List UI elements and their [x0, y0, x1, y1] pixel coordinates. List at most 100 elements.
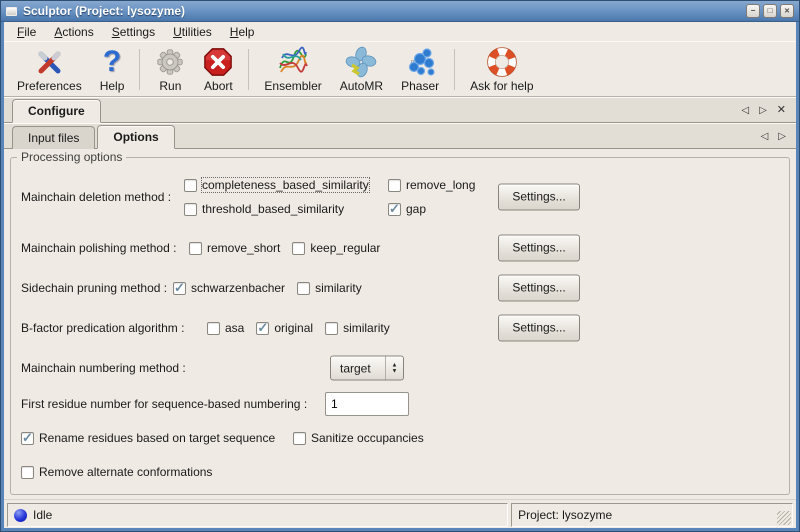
checkbox-rename-residues[interactable]: Rename residues based on target sequence: [21, 431, 275, 445]
checkbox-box[interactable]: [173, 282, 186, 295]
close-button[interactable]: [780, 4, 794, 18]
row-mainchain-polishing: Mainchain polishing method : remove_shor…: [21, 236, 789, 260]
checkbox-box[interactable]: [207, 322, 220, 335]
settings-button-bfactor[interactable]: Settings...: [498, 315, 580, 342]
first-residue-label: First residue number for sequence-based …: [21, 397, 307, 411]
checkbox-similarity-pruning[interactable]: similarity: [297, 281, 362, 295]
checkbox-label: remove_short: [207, 241, 280, 255]
checkbox-box[interactable]: [21, 466, 34, 479]
phaser-label: Phaser: [401, 79, 439, 93]
bfactor-algorithm-label: B-factor predication algorithm :: [21, 321, 207, 335]
maximize-button[interactable]: [763, 4, 777, 18]
lifebuoy-icon: [486, 45, 518, 79]
row-numbering-method: Mainchain numbering method : target: [21, 356, 789, 380]
toolbar-separator: [139, 49, 140, 90]
checkbox-threshold-based-similarity[interactable]: threshold_based_similarity: [184, 202, 388, 216]
checkbox-completeness-based-similarity[interactable]: completeness_based_similarity: [184, 178, 388, 192]
row-remove-altconf: Remove alternate conformations: [21, 460, 789, 484]
checkbox-label: keep_regular: [310, 241, 380, 255]
mainchain-polishing-label: Mainchain polishing method :: [21, 241, 189, 255]
question-mark-icon: [103, 45, 121, 79]
checkbox-asa[interactable]: asa: [207, 321, 244, 335]
help-button[interactable]: Help: [91, 44, 134, 95]
checkbox-box[interactable]: [388, 179, 401, 192]
checkbox-box[interactable]: [388, 203, 401, 216]
run-button[interactable]: Run: [146, 44, 194, 95]
tab-input-files[interactable]: Input files: [12, 126, 95, 149]
project-label: Project: lysozyme: [518, 508, 612, 522]
checkbox-box[interactable]: [297, 282, 310, 295]
checkbox-box[interactable]: [184, 179, 197, 192]
checkbox-label: remove_long: [406, 178, 475, 192]
resize-grip[interactable]: [777, 511, 791, 525]
checkbox-box[interactable]: [256, 322, 269, 335]
settings-button-polishing[interactable]: Settings...: [498, 235, 580, 262]
tab-scroll-left-icon[interactable]: [761, 132, 769, 142]
checkbox-box[interactable]: [189, 242, 202, 255]
settings-button-deletion[interactable]: Settings...: [498, 184, 580, 211]
window-title: Sculptor (Project: lysozyme): [23, 4, 740, 18]
tab-options[interactable]: Options: [97, 125, 174, 149]
tab-configure-label: Configure: [28, 104, 85, 118]
row-sidechain-pruning: Sidechain pruning method : schwarzenbach…: [21, 276, 789, 300]
protein-ribbons-icon: [277, 45, 309, 79]
sidechain-pruning-label: Sidechain pruning method :: [21, 281, 173, 295]
preferences-button[interactable]: Preferences: [8, 44, 91, 95]
checkbox-box[interactable]: [325, 322, 338, 335]
checkbox-remove-short[interactable]: remove_short: [189, 241, 280, 255]
window-icon: [6, 7, 17, 16]
checkbox-label: threshold_based_similarity: [202, 202, 344, 216]
checkbox-label: gap: [406, 202, 426, 216]
checkbox-label: similarity: [315, 281, 362, 295]
menu-actions[interactable]: Actions: [45, 23, 102, 41]
checkbox-remove-alternate-conformations[interactable]: Remove alternate conformations: [21, 465, 212, 479]
tab-input-files-label: Input files: [28, 131, 79, 145]
checkbox-original[interactable]: original: [256, 321, 313, 335]
tab-scroll-right-icon[interactable]: [778, 132, 786, 142]
options-page: Processing options Mainchain deletion me…: [4, 149, 796, 499]
checkbox-box[interactable]: [21, 432, 34, 445]
titlebar[interactable]: Sculptor (Project: lysozyme): [1, 1, 799, 22]
crossed-tools-icon: [33, 45, 65, 79]
project-panel: Project: lysozyme: [511, 503, 793, 527]
main-tab-strip: Configure: [4, 97, 796, 123]
phaser-spheres-icon: phaser: [404, 45, 436, 79]
tab-scroll-right-icon[interactable]: [759, 106, 767, 116]
checkbox-keep-regular[interactable]: keep_regular: [292, 241, 380, 255]
abort-button[interactable]: Abort: [194, 44, 242, 95]
statusbar: Idle Project: lysozyme: [4, 499, 796, 530]
menu-help[interactable]: Help: [221, 23, 264, 41]
spinner-arrows-icon[interactable]: [385, 357, 403, 380]
ask-for-help-button[interactable]: Ask for help: [461, 44, 542, 95]
status-text: Idle: [33, 508, 52, 522]
sub-tab-strip: Input files Options: [4, 123, 796, 149]
numbering-method-select[interactable]: target: [330, 356, 404, 381]
checkbox-box[interactable]: [292, 242, 305, 255]
abort-label: Abort: [204, 79, 233, 93]
checkbox-box[interactable]: [293, 432, 306, 445]
first-residue-input[interactable]: [325, 392, 409, 416]
tab-scroll-left-icon[interactable]: [741, 106, 749, 116]
checkbox-schwarzenbacher[interactable]: schwarzenbacher: [173, 281, 285, 295]
toolbar-separator: [248, 49, 249, 90]
checkbox-label: completeness_based_similarity: [202, 178, 369, 192]
checkbox-label: original: [274, 321, 313, 335]
checkbox-box[interactable]: [184, 203, 197, 216]
phaser-button[interactable]: phaser Phaser: [392, 44, 448, 95]
checkbox-sanitize-occupancies[interactable]: Sanitize occupancies: [293, 431, 424, 445]
group-title: Processing options: [17, 150, 126, 164]
automr-button[interactable]: AutoMR: [331, 44, 392, 95]
ask-for-help-label: Ask for help: [470, 79, 533, 93]
minimize-button[interactable]: [746, 4, 760, 18]
menu-utilities[interactable]: Utilities: [164, 23, 221, 41]
processing-options-group: Processing options Mainchain deletion me…: [10, 157, 790, 495]
checkbox-similarity-bfactor[interactable]: similarity: [325, 321, 390, 335]
settings-button-pruning[interactable]: Settings...: [498, 275, 580, 302]
ensembler-button[interactable]: Ensembler: [255, 44, 330, 95]
menubar: File Actions Settings Utilities Help: [4, 22, 796, 41]
menu-file[interactable]: File: [8, 23, 45, 41]
tab-close-icon[interactable]: [777, 105, 786, 116]
tab-configure[interactable]: Configure: [12, 99, 101, 123]
checkbox-label: Sanitize occupancies: [311, 431, 424, 445]
menu-settings[interactable]: Settings: [103, 23, 164, 41]
